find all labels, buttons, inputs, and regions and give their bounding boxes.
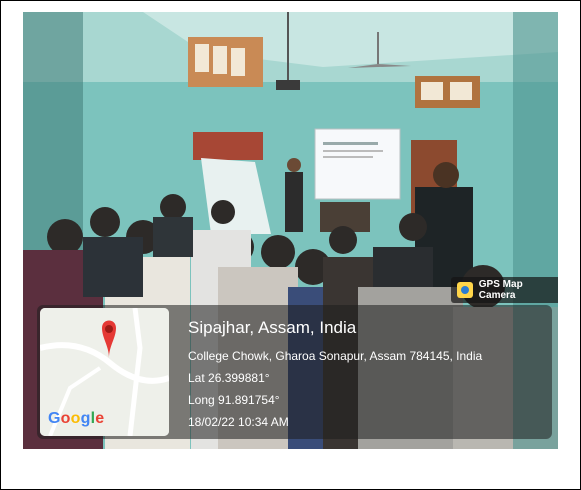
- location-address: College Chowk, Gharoa Sonapur, Assam 784…: [188, 349, 483, 363]
- classroom-photo: GPS Map Camera Google Sipajhar, Assam, I…: [23, 12, 558, 449]
- location-title: Sipajhar, Assam, India: [188, 318, 357, 337]
- location-latitude: Lat 26.399881°: [188, 371, 270, 385]
- gps-camera-badge-label: GPS Map Camera: [478, 279, 523, 301]
- gps-camera-badge: GPS Map Camera: [451, 277, 558, 303]
- gps-camera-logo-icon: [457, 282, 473, 298]
- map-thumbnail: Google: [40, 308, 169, 436]
- google-logo: Google: [48, 410, 105, 427]
- location-longitude: Long 91.891754°: [188, 393, 280, 407]
- location-datetime: 18/02/22 10:34 AM: [188, 415, 289, 429]
